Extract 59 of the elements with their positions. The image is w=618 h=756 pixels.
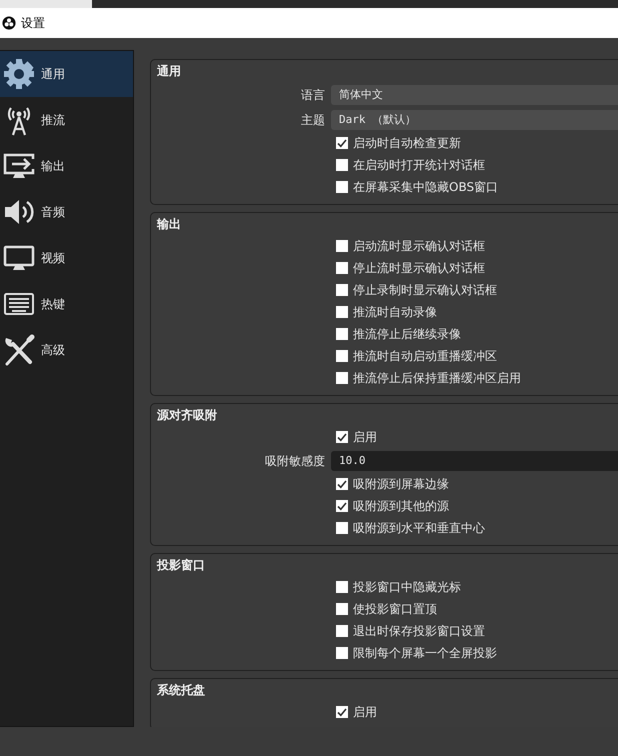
checkbox-option[interactable]: 停止录制时显示确认对话框 bbox=[336, 282, 497, 298]
group-title: 系统托盘 bbox=[156, 682, 206, 699]
checkbox-option[interactable]: 启用 bbox=[336, 704, 377, 720]
checkbox-option[interactable]: 停止流时显示确认对话框 bbox=[336, 260, 485, 276]
checkbox-option[interactable]: 吸附源到其他的源 bbox=[336, 498, 449, 514]
checkbox[interactable] bbox=[336, 240, 348, 252]
checkbox[interactable] bbox=[336, 159, 348, 171]
checkbox-option[interactable]: 投影窗口中隐藏光标 bbox=[336, 579, 461, 595]
checkbox[interactable] bbox=[336, 372, 348, 384]
dropdown-field[interactable]: Dark （默认） bbox=[331, 110, 618, 130]
number-field[interactable]: 10.0 bbox=[331, 450, 618, 470]
checkbox-option[interactable]: 推流时自动启动重播缓冲区 bbox=[336, 348, 497, 364]
checkbox[interactable] bbox=[336, 328, 348, 340]
checkbox[interactable] bbox=[336, 350, 348, 362]
checkbox-option[interactable]: 在屏幕采集中隐藏OBS窗口 bbox=[336, 179, 498, 195]
group-title: 源对齐吸附 bbox=[156, 407, 218, 424]
group-title: 通用 bbox=[156, 63, 182, 80]
checkbox[interactable] bbox=[336, 500, 348, 512]
checkbox[interactable] bbox=[336, 181, 348, 193]
checkbox-option[interactable]: 退出时保存投影窗口设置 bbox=[336, 623, 485, 639]
checkbox-option[interactable]: 推流停止后保持重播缓冲区启用 bbox=[336, 370, 521, 386]
checkbox-option[interactable]: 使投影窗口置顶 bbox=[336, 601, 437, 617]
field-label: 语言 bbox=[300, 86, 326, 102]
sidebar-item[interactable]: 通用 bbox=[0, 51, 133, 97]
window-title: 设置 bbox=[21, 14, 45, 32]
group-title: 输出 bbox=[156, 216, 182, 233]
checkbox[interactable] bbox=[336, 625, 348, 637]
checkbox[interactable] bbox=[336, 284, 348, 296]
checkbox[interactable] bbox=[336, 306, 348, 318]
field-label: 主题 bbox=[300, 112, 326, 128]
field-label: 吸附敏感度 bbox=[264, 452, 326, 468]
dropdown-field[interactable]: 简体中文 bbox=[331, 84, 618, 104]
sidebar-item[interactable]: 推流 bbox=[0, 97, 133, 143]
checkbox[interactable] bbox=[336, 431, 348, 443]
checkbox-option[interactable]: 吸附源到水平和垂直中心 bbox=[336, 520, 485, 536]
checkbox[interactable] bbox=[336, 522, 348, 534]
sidebar-item[interactable]: 高级 bbox=[0, 327, 133, 373]
group-title: 投影窗口 bbox=[156, 557, 206, 574]
wrench-screwdriver-icon bbox=[3, 334, 35, 366]
checkbox[interactable] bbox=[336, 262, 348, 274]
checkbox-option[interactable]: 在启动时打开统计对话框 bbox=[336, 157, 485, 173]
gear-icon bbox=[3, 58, 35, 90]
checkbox[interactable] bbox=[336, 647, 348, 659]
sidebar-item[interactable]: 输出 bbox=[0, 143, 133, 189]
checkbox-option[interactable]: 启动时自动检查更新 bbox=[336, 135, 461, 151]
sidebar-item[interactable]: 视频 bbox=[0, 235, 133, 281]
checkbox-option[interactable]: 启动流时显示确认对话框 bbox=[336, 238, 485, 254]
checkbox-option[interactable]: 推流时自动录像 bbox=[336, 304, 437, 320]
checkbox-option[interactable]: 启用 bbox=[336, 429, 377, 445]
checkbox-option[interactable]: 限制每个屏幕一个全屏投影 bbox=[336, 645, 497, 661]
sidebar-item[interactable]: 热键 bbox=[0, 281, 133, 327]
checkbox-option[interactable]: 推流停止后继续录像 bbox=[336, 326, 461, 342]
checkbox[interactable] bbox=[336, 478, 348, 490]
checkbox-option[interactable]: 吸附源到屏幕边缘 bbox=[336, 476, 449, 492]
checkbox[interactable] bbox=[336, 137, 348, 149]
checkbox[interactable] bbox=[336, 603, 348, 615]
checkbox[interactable] bbox=[336, 706, 348, 718]
checkbox[interactable] bbox=[336, 581, 348, 593]
sidebar-item[interactable]: 音频 bbox=[0, 189, 133, 235]
